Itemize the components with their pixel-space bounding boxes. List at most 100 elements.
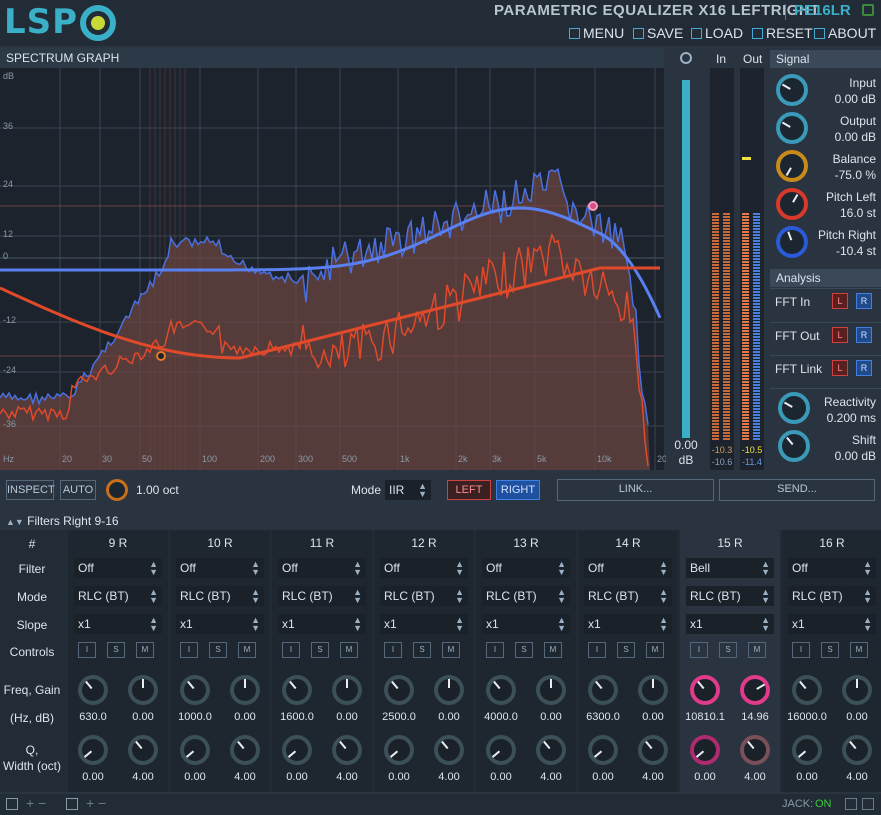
band-control-s-button[interactable]: S	[617, 642, 635, 658]
band-q-knob[interactable]	[384, 735, 414, 765]
band-filter-select[interactable]: Off ▲ ▼	[278, 558, 366, 578]
font-size-controls-icon[interactable]: + −	[86, 795, 106, 811]
band-gain-knob[interactable]	[332, 675, 362, 705]
band-freq-knob[interactable]	[180, 675, 210, 705]
analysis-right-button[interactable]: R	[856, 293, 872, 309]
analysis-right-button[interactable]: R	[856, 327, 872, 343]
inspect-button[interactable]: INSPECT	[6, 480, 55, 500]
mode-select[interactable]: IIR ▲ ▼	[385, 480, 431, 500]
band-gain-knob[interactable]	[638, 675, 668, 705]
band-control-s-button[interactable]: S	[515, 642, 533, 658]
band-width-knob[interactable]	[536, 735, 566, 765]
band-control-m-button[interactable]: M	[748, 642, 766, 658]
band-filter-select[interactable]: Off ▲ ▼	[176, 558, 264, 578]
oct-knob[interactable]	[106, 479, 128, 501]
band-gain-knob[interactable]	[230, 675, 260, 705]
help-icon[interactable]	[845, 798, 857, 810]
band-slope-select[interactable]: x1 ▲ ▼	[788, 614, 876, 634]
band-mode-select[interactable]: RLC (BT) ▲ ▼	[686, 586, 774, 606]
band-q-knob[interactable]	[282, 735, 312, 765]
analysis-left-button[interactable]: L	[832, 360, 848, 376]
menu-button[interactable]: MENU	[569, 24, 624, 42]
band-width-knob[interactable]	[128, 735, 158, 765]
resize-icon[interactable]	[862, 798, 874, 810]
analysis-left-button[interactable]: L	[832, 327, 848, 343]
band-freq-knob[interactable]	[486, 675, 516, 705]
about-button[interactable]: ABOUT	[814, 24, 876, 42]
band-filter-select[interactable]: Off ▲ ▼	[482, 558, 570, 578]
band-control-i-button[interactable]: I	[486, 642, 504, 658]
band-slope-select[interactable]: x1 ▲ ▼	[176, 614, 264, 634]
band-control-m-button[interactable]: M	[646, 642, 664, 658]
zoom-slider[interactable]	[682, 80, 690, 438]
band-control-s-button[interactable]: S	[209, 642, 227, 658]
band-slope-select[interactable]: x1 ▲ ▼	[278, 614, 366, 634]
analysis-right-button[interactable]: R	[856, 360, 872, 376]
band-control-m-button[interactable]: M	[442, 642, 460, 658]
band-control-s-button[interactable]: S	[413, 642, 431, 658]
band-filter-select[interactable]: Off ▲ ▼	[788, 558, 876, 578]
font-icon[interactable]	[66, 798, 78, 810]
band-control-i-button[interactable]: I	[282, 642, 300, 658]
zoom-controls-icon[interactable]: + −	[26, 795, 46, 811]
load-button[interactable]: LOAD	[691, 24, 743, 42]
band-control-s-button[interactable]: S	[311, 642, 329, 658]
band-width-knob[interactable]	[332, 735, 362, 765]
band-filter-select[interactable]: Off ▲ ▼	[584, 558, 672, 578]
band-gain-knob[interactable]	[842, 675, 872, 705]
band-slope-select[interactable]: x1 ▲ ▼	[74, 614, 162, 634]
band-gain-knob[interactable]	[536, 675, 566, 705]
right-channel-button[interactable]: RIGHT	[496, 480, 540, 500]
band-control-m-button[interactable]: M	[340, 642, 358, 658]
band-mode-select[interactable]: RLC (BT) ▲ ▼	[482, 586, 570, 606]
band-slope-select[interactable]: x1 ▲ ▼	[686, 614, 774, 634]
band-q-knob[interactable]	[180, 735, 210, 765]
band-control-m-button[interactable]: M	[544, 642, 562, 658]
link-button[interactable]: LINK...	[557, 479, 714, 501]
band-control-s-button[interactable]: S	[107, 642, 125, 658]
band-freq-knob[interactable]	[588, 675, 618, 705]
band-width-knob[interactable]	[434, 735, 464, 765]
band-width-knob[interactable]	[740, 735, 770, 765]
band-freq-knob[interactable]	[384, 675, 414, 705]
band-slope-select[interactable]: x1 ▲ ▼	[482, 614, 570, 634]
band-mode-select[interactable]: RLC (BT) ▲ ▼	[176, 586, 264, 606]
left-channel-button[interactable]: LEFT	[447, 480, 491, 500]
band-filter-select[interactable]: Off ▲ ▼	[380, 558, 468, 578]
band-control-i-button[interactable]: I	[690, 642, 708, 658]
band-control-i-button[interactable]: I	[180, 642, 198, 658]
band-gain-knob[interactable]	[128, 675, 158, 705]
analysis-left-button[interactable]: L	[832, 293, 848, 309]
band-mode-select[interactable]: RLC (BT) ▲ ▼	[74, 586, 162, 606]
band-slope-select[interactable]: x1 ▲ ▼	[584, 614, 672, 634]
band-gain-knob[interactable]	[434, 675, 464, 705]
band-gain-knob[interactable]	[740, 675, 770, 705]
band-q-knob[interactable]	[690, 735, 720, 765]
band-mode-select[interactable]: RLC (BT) ▲ ▼	[584, 586, 672, 606]
send-button[interactable]: SEND...	[719, 479, 875, 501]
band-mode-select[interactable]: RLC (BT) ▲ ▼	[380, 586, 468, 606]
band-control-m-button[interactable]: M	[850, 642, 868, 658]
band-width-knob[interactable]	[230, 735, 260, 765]
band-mode-select[interactable]: RLC (BT) ▲ ▼	[278, 586, 366, 606]
band-control-s-button[interactable]: S	[719, 642, 737, 658]
band-control-i-button[interactable]: I	[588, 642, 606, 658]
band-mode-select[interactable]: RLC (BT) ▲ ▼	[788, 586, 876, 606]
band-freq-knob[interactable]	[792, 675, 822, 705]
band-filter-select[interactable]: Bell ▲ ▼	[686, 558, 774, 578]
band-control-i-button[interactable]: I	[384, 642, 402, 658]
auto-button[interactable]: AUTO	[60, 480, 96, 500]
filters-header[interactable]: ▲▼ Filters Right 9-16	[0, 512, 881, 530]
band-q-knob[interactable]	[588, 735, 618, 765]
band-freq-knob[interactable]	[690, 675, 720, 705]
power-icon[interactable]	[862, 4, 874, 16]
save-button[interactable]: SAVE	[633, 24, 683, 42]
band-freq-knob[interactable]	[282, 675, 312, 705]
window-icon[interactable]	[6, 798, 18, 810]
band-filter-select[interactable]: Off ▲ ▼	[74, 558, 162, 578]
band-q-knob[interactable]	[792, 735, 822, 765]
band-width-knob[interactable]	[638, 735, 668, 765]
band-width-knob[interactable]	[842, 735, 872, 765]
band-control-m-button[interactable]: M	[238, 642, 256, 658]
reset-button[interactable]: RESET	[752, 24, 813, 42]
